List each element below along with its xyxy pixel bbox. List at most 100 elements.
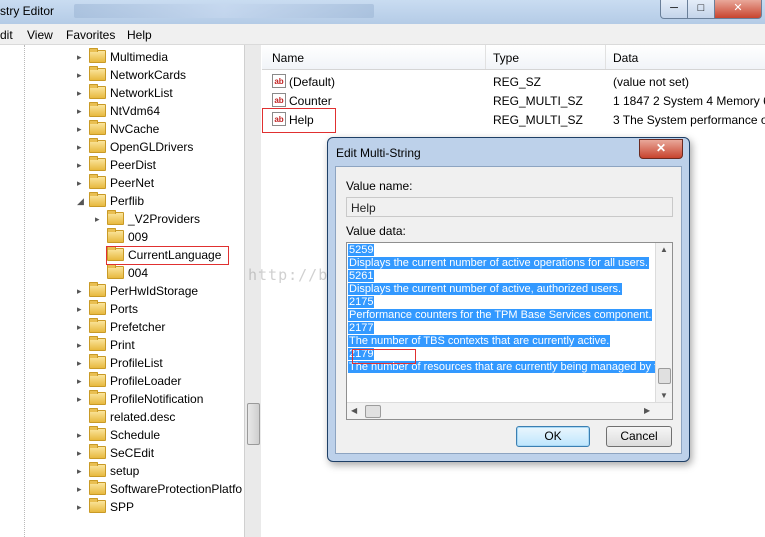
value-name-label: Value name:	[346, 179, 413, 193]
expand-arrow-icon[interactable]: ▸	[77, 355, 87, 371]
expand-arrow-icon[interactable]: ▸	[77, 319, 87, 335]
minimize-button[interactable]: ─	[660, 0, 688, 19]
selected-text: 2175	[348, 296, 375, 308]
tree-item-label: NtVdm64	[110, 104, 161, 118]
expand-arrow-icon[interactable]: ▸	[77, 337, 87, 353]
tree-item-label: Ports	[110, 302, 139, 316]
column-name[interactable]: Name	[272, 51, 304, 65]
expand-arrow-icon[interactable]: ▸	[77, 67, 87, 83]
expanded-arrow-icon[interactable]: ◢	[77, 193, 87, 209]
column-type[interactable]: Type	[493, 51, 519, 65]
value-type: REG_MULTI_SZ	[493, 113, 583, 127]
window-title: stry Editor	[0, 4, 55, 18]
expand-arrow-icon[interactable]: ▸	[95, 211, 105, 227]
folder-icon	[89, 480, 106, 495]
value-data-hthumb[interactable]	[365, 405, 381, 418]
value-data-textarea[interactable]: 5259 Displays the current number of activ…	[346, 242, 673, 420]
edit-multi-string-dialog: Edit Multi-String ✕ Value name: Help Val…	[327, 137, 690, 462]
folder-icon	[89, 318, 106, 333]
expand-arrow-icon[interactable]: ▸	[77, 301, 87, 317]
folder-icon	[89, 372, 106, 387]
registry-value-row[interactable]: ab Counter REG_MULTI_SZ 1 1847 2 System 4 M…	[262, 91, 765, 110]
tree-item-label: _V2Providers	[128, 212, 201, 226]
column-divider[interactable]	[605, 45, 606, 69]
tree-guide-line	[24, 45, 25, 537]
folder-icon	[89, 498, 106, 513]
value-type: REG_MULTI_SZ	[493, 94, 583, 108]
selected-text: Displays the current number of active op…	[348, 257, 649, 269]
tree-item-label: Prefetcher	[110, 320, 166, 334]
value-name: (Default)	[289, 75, 336, 89]
expand-arrow-icon[interactable]: ▸	[77, 391, 87, 407]
value-data-vscroll[interactable]: ▲ ▼	[655, 243, 672, 403]
tree-item-label: 009	[128, 230, 149, 244]
tree-scrollbar[interactable]	[244, 45, 261, 537]
expand-arrow-icon[interactable]: ▸	[77, 499, 87, 515]
expand-arrow-icon[interactable]: ▸	[77, 103, 87, 119]
highlight-current-language	[106, 246, 229, 265]
value-data-hscroll[interactable]: ◀ ▶	[347, 402, 672, 419]
menu-edit[interactable]: dit	[0, 28, 13, 42]
folder-icon	[89, 462, 106, 477]
value-data: (value not set)	[613, 75, 690, 89]
value-name: Counter	[289, 94, 332, 108]
expand-arrow-icon[interactable]: ▸	[77, 85, 87, 101]
folder-icon	[107, 228, 124, 243]
close-button[interactable]: ✕	[714, 0, 762, 19]
registry-value-row[interactable]: ab Help REG_MULTI_SZ 3 The System performan…	[262, 110, 765, 129]
column-data[interactable]: Data	[613, 51, 638, 65]
blurred-title-strip	[74, 4, 374, 18]
tree-item-label: setup	[110, 464, 140, 478]
value-data-line: Displays the current number of active, a…	[348, 283, 623, 296]
tree-scroll-thumb[interactable]	[247, 403, 260, 445]
value-type: REG_SZ	[493, 75, 542, 89]
ok-button[interactable]: OK	[516, 426, 590, 447]
folder-icon	[89, 408, 106, 423]
tree-item-label: NetworkList	[110, 86, 173, 100]
registry-value-row[interactable]: ab (Default) REG_SZ (value not set)	[262, 72, 765, 91]
value-data-line: The number of TBS contexts that are curr…	[348, 335, 611, 348]
folder-icon	[107, 210, 124, 225]
cancel-button[interactable]: Cancel	[606, 426, 672, 447]
menu-favorites[interactable]: Favorites	[66, 28, 115, 42]
maximize-button[interactable]: □	[687, 0, 715, 19]
tree-item-label: PerHwIdStorage	[110, 284, 199, 298]
column-divider[interactable]	[485, 45, 486, 69]
expand-arrow-icon[interactable]: ▸	[77, 445, 87, 461]
scroll-left-arrow-icon[interactable]: ◀	[351, 406, 357, 415]
folder-icon	[89, 48, 106, 63]
value-data: 3 The System performance o	[613, 113, 765, 127]
value-data-vthumb[interactable]	[658, 368, 671, 384]
selected-text: 2177	[348, 322, 375, 334]
tree-item-label: Perflib	[110, 194, 145, 208]
tree-item-label: PeerNet	[110, 176, 155, 190]
value-data-line: Displays the current number of active op…	[348, 257, 649, 270]
scroll-down-arrow-icon[interactable]: ▼	[660, 391, 668, 400]
tree-item-label: Multimedia	[110, 50, 169, 64]
tree-item-label: SoftwareProtectionPlatfo	[110, 482, 243, 496]
expand-arrow-icon[interactable]: ▸	[77, 49, 87, 65]
folder-icon	[89, 120, 106, 135]
expand-arrow-icon[interactable]: ▸	[77, 175, 87, 191]
value-data-line: 5259	[348, 244, 375, 257]
expand-arrow-icon[interactable]: ▸	[77, 427, 87, 443]
scroll-up-arrow-icon[interactable]: ▲	[660, 245, 668, 254]
expand-arrow-icon[interactable]: ▸	[77, 283, 87, 299]
value-data-line: 2177	[348, 322, 375, 335]
expand-arrow-icon[interactable]: ▸	[77, 481, 87, 497]
expand-arrow-icon[interactable]: ▸	[77, 121, 87, 137]
selected-text: Displays the current number of active, a…	[348, 283, 623, 295]
string-value-icon: ab	[272, 93, 286, 107]
dialog-close-button[interactable]: ✕	[639, 139, 683, 159]
value-data-line: 5261	[348, 270, 375, 283]
menu-help[interactable]: Help	[127, 28, 152, 42]
expand-arrow-icon[interactable]: ▸	[77, 373, 87, 389]
expand-arrow-icon[interactable]: ▸	[77, 463, 87, 479]
menu-view[interactable]: View	[27, 28, 53, 42]
title-bar: stry Editor ─ □ ✕	[0, 0, 765, 24]
expand-arrow-icon[interactable]: ▸	[77, 139, 87, 155]
expand-arrow-icon[interactable]: ▸	[77, 157, 87, 173]
selected-text: 5261	[348, 270, 375, 282]
tree-item-label: PeerDist	[110, 158, 157, 172]
scroll-right-arrow-icon[interactable]: ▶	[644, 406, 650, 415]
